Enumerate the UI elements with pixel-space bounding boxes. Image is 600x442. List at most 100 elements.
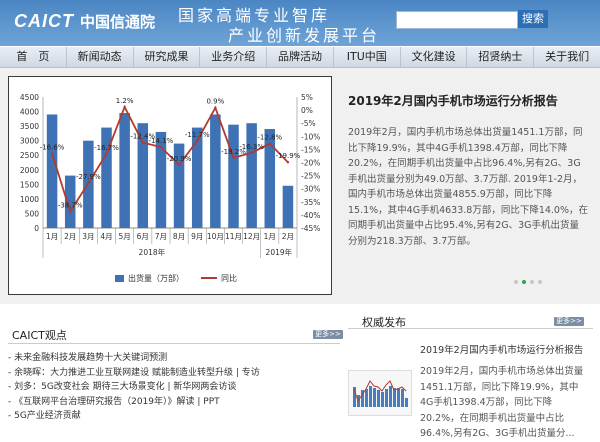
yoy-point: [105, 152, 108, 156]
yoy-data-label: -16.6%: [40, 144, 65, 152]
x-tick-label: 10月: [207, 232, 224, 241]
bar: [119, 113, 130, 228]
x-tick-label: 11月: [225, 232, 242, 241]
yoy-point: [177, 163, 181, 167]
carousel-dot[interactable]: [530, 280, 534, 284]
legend-line-label: 同比: [221, 273, 237, 283]
nav-item-culture[interactable]: 文化建设: [401, 47, 468, 67]
y-left-tick-label: 2000: [20, 166, 39, 175]
y-right-tick-label: 5%: [301, 93, 313, 102]
search-button[interactable]: 搜索: [518, 10, 548, 28]
authority-item-title[interactable]: 2019年2月国内手机市场运行分析报告: [420, 342, 583, 356]
yoy-point: [141, 141, 144, 144]
site-header: CAICT 中国信通院 国家高端专业智库 产业创新发展平台 搜索: [0, 0, 600, 46]
list-item[interactable]: - 《互联网平台治理研究报告（2019年）》解读 | PPT: [8, 395, 338, 410]
legend-bar-swatch: [115, 275, 124, 282]
report-thumbnail[interactable]: [348, 370, 412, 416]
section-divider: [8, 343, 340, 344]
year-label-2018: 2018年: [139, 247, 166, 257]
yoy-point: [196, 139, 199, 142]
y-right-tick-label: 0%: [301, 106, 313, 115]
x-tick-label: 9月: [191, 232, 203, 241]
list-item[interactable]: - 5G产业经济贡献: [8, 409, 338, 424]
x-tick-label: 1月: [46, 232, 58, 241]
bar: [210, 114, 221, 228]
y-left-tick-label: 4000: [20, 108, 39, 117]
legend-bar-label: 出货量（万部）: [128, 273, 184, 283]
x-tick-label: 7月: [155, 232, 167, 241]
caict-view-list: - 未来金融科技发展趋势十大关键词预测 - 余晓晖：大力推进工业互联网建设 赋能…: [8, 351, 338, 424]
x-tick-label: 2月: [64, 232, 76, 241]
y-left-tick-label: 1500: [20, 180, 39, 189]
featured-banner: 0 500 1000 1500 2000 2500 3000 3500 4000 4500 -45%…: [0, 68, 600, 304]
yoy-point: [50, 152, 54, 155]
featured-body: 2019年2月，国内手机市场总体出货量1451.1万部，同比下降19.9%，其中…: [348, 127, 589, 247]
nav-item-home[interactable]: 首 页: [0, 47, 67, 67]
nav-item-research[interactable]: 研究成果: [134, 47, 201, 67]
yoy-point: [214, 106, 217, 109]
yoy-point: [250, 151, 253, 155]
caict-view-header: CAICT观点: [12, 327, 338, 342]
y-left-tick-label: 0: [34, 224, 39, 233]
chart-panel[interactable]: 0 500 1000 1500 2000 2500 3000 3500 4000 4500 -45%…: [8, 76, 332, 295]
yoy-data-label: -11.7%: [185, 131, 210, 139]
y-right-tick-label: -30%: [301, 185, 320, 194]
y-left-tick-label: 500: [25, 209, 40, 218]
carousel-dot[interactable]: [538, 280, 542, 284]
y-left-tick-label: 4500: [20, 93, 39, 102]
y-right-tick-label: -20%: [301, 159, 320, 168]
nav-item-news[interactable]: 新闻动态: [67, 47, 134, 67]
site-logo[interactable]: CAICT 中国信通院: [14, 9, 155, 33]
y-right-tick-label: -35%: [301, 198, 320, 207]
yoy-data-label: -27.9%: [76, 173, 101, 181]
y-right-tick-label: -10%: [301, 132, 320, 141]
y-right-tick-label: -40%: [301, 211, 320, 220]
bar: [282, 185, 294, 228]
nav-item-about[interactable]: 关于我们: [534, 47, 600, 67]
carousel-dot[interactable]: [514, 280, 518, 284]
featured-title[interactable]: 2019年2月国内手机市场运行分析报告: [348, 92, 588, 109]
search-input[interactable]: [396, 11, 518, 29]
yoy-data-label: -20.9%: [167, 155, 192, 163]
x-tick-label: 1月: [264, 232, 276, 241]
x-tick-label: 4月: [100, 232, 112, 241]
x-tick-label: 5月: [119, 232, 131, 241]
list-item[interactable]: - 余晓晖：大力推进工业互联网建设 赋能制造业转型升级 | 专访: [8, 366, 338, 381]
y-right-tick-label: -45%: [301, 224, 320, 233]
y-right-tick-label: -25%: [301, 172, 320, 181]
yoy-data-label: -12.8%: [257, 134, 282, 142]
nav-item-itu[interactable]: ITU中国: [334, 47, 401, 67]
yoy-data-label: 1.2%: [116, 97, 134, 105]
authority-title: 权威发布: [362, 316, 406, 329]
yoy-data-label: -19.9%: [276, 152, 301, 160]
logo-text: CAICT: [14, 10, 74, 31]
yoy-point: [159, 145, 163, 149]
list-item[interactable]: - 刘多：5G改变社会 期待三大场景变化 | 新华网两会访谈: [8, 380, 338, 395]
carousel-dot-active[interactable]: [522, 280, 526, 284]
logo-chinese-name: 中国信通院: [80, 12, 156, 31]
yoy-point: [87, 181, 90, 185]
yoy-point: [69, 210, 72, 213]
y-left-tick-label: 3000: [20, 137, 39, 146]
year-label-2019: 2019年: [266, 247, 293, 257]
caict-view-title: CAICT观点: [12, 329, 67, 342]
bar: [246, 123, 257, 228]
nav-item-events[interactable]: 品牌活动: [267, 47, 334, 67]
shipment-chart: 0 500 1000 1500 2000 2500 3000 3500 4000 4500 -45%…: [20, 93, 320, 283]
carousel-dots: [514, 280, 542, 284]
yoy-data-label: -16.3%: [239, 143, 264, 151]
yoy-data-label: -14.1%: [149, 137, 174, 145]
list-item[interactable]: - 未来金融科技发展趋势十大关键词预测: [8, 351, 338, 366]
yoy-data-label: -16.7%: [94, 144, 119, 152]
nav-item-careers[interactable]: 招贤纳士: [467, 47, 535, 67]
yoy-point: [268, 142, 271, 145]
more-button-left[interactable]: 更多>>: [313, 330, 343, 339]
y-right-tick-label: -15%: [301, 145, 320, 154]
more-button-right[interactable]: 更多>>: [554, 317, 584, 326]
authority-item-summary: 2019年2月，国内手机市场总体出货量1451.1万部，同比下降19.9%，其中…: [420, 366, 584, 439]
bar: [191, 127, 203, 228]
y-right-tick-label: -5%: [301, 119, 316, 128]
nav-item-business[interactable]: 业务介绍: [200, 47, 268, 67]
x-tick-label: 3月: [82, 232, 94, 241]
x-tick-label: 8月: [173, 232, 185, 241]
